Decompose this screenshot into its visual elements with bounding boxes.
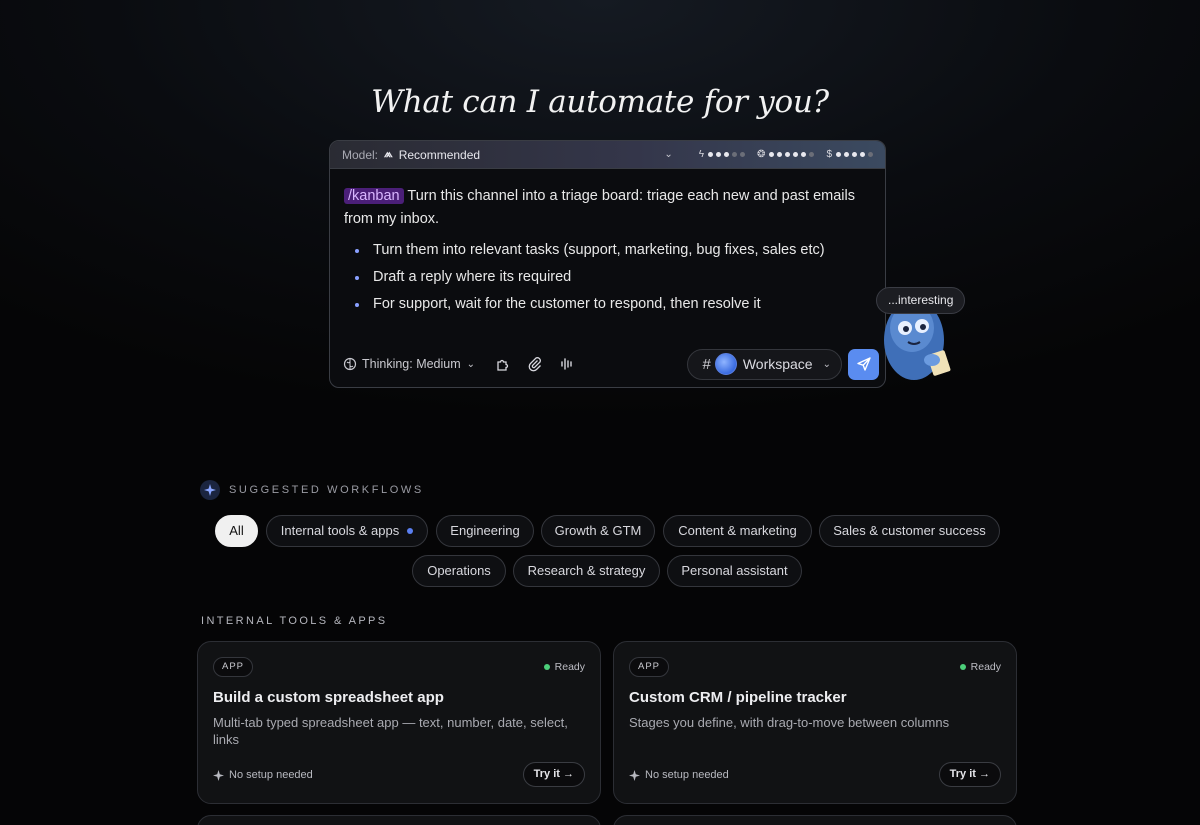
filter-chip-internal-tools[interactable]: Internal tools & apps xyxy=(266,515,428,547)
section-label: INTERNAL TOOLS & APPS xyxy=(201,615,388,627)
thinking-label: Thinking: Medium xyxy=(362,357,461,371)
lightning-icon: ϟ xyxy=(698,149,705,160)
setup-note: No setup needed xyxy=(629,769,729,781)
dollar-icon: $ xyxy=(826,149,832,160)
sparkle-icon xyxy=(629,769,640,781)
filter-chip-research-strategy[interactable]: Research & strategy xyxy=(513,555,660,587)
status-label: Ready xyxy=(970,661,1001,673)
status-label: Ready xyxy=(554,661,585,673)
workspace-selector[interactable]: # Workspace ⌄ xyxy=(687,348,842,380)
status-badge: Ready xyxy=(959,661,1001,673)
type-badge: APP xyxy=(213,657,254,677)
chevron-down-icon: ⌄ xyxy=(822,358,831,370)
prompt-bullets: Turn them into relevant tasks (support, … xyxy=(344,239,871,316)
paperclip-icon[interactable] xyxy=(527,356,543,372)
chip-label: Sales & customer success xyxy=(833,523,986,538)
status-badge: Ready xyxy=(543,661,585,673)
brain-icon: ❂ xyxy=(757,149,766,160)
workflow-card[interactable] xyxy=(197,815,601,825)
prompt-bullet: Turn them into relevant tasks (support, … xyxy=(354,239,871,262)
card-title: Build a custom spreadsheet app xyxy=(213,689,444,706)
model-name[interactable]: Recommended xyxy=(399,148,480,162)
prompt-input[interactable]: /kanban Turn this channel into a triage … xyxy=(330,169,885,316)
workflow-card[interactable] xyxy=(613,815,1017,825)
suggested-workflows-title: SUGGESTED WORKFLOWS xyxy=(229,484,424,496)
card-title: Custom CRM / pipeline tracker xyxy=(629,689,847,706)
filter-chip-content-marketing[interactable]: Content & marketing xyxy=(663,515,812,547)
cost-meter: $ xyxy=(826,149,873,160)
chip-label: Research & strategy xyxy=(527,563,646,578)
workflow-card[interactable]: APP Ready Custom CRM / pipeline tracker … xyxy=(613,641,1017,804)
type-badge: APP xyxy=(629,657,670,677)
brain-icon xyxy=(343,357,357,371)
new-indicator-dot xyxy=(407,528,414,534)
suggested-workflows-header: SUGGESTED WORKFLOWS xyxy=(200,480,424,500)
composer-toolbar: Thinking: Medium ⌄ # Workspace ⌄ xyxy=(330,341,885,387)
prompt-composer[interactable]: Model: ⩕ Recommended ⌄ ϟ ❂ $ /kanban Tur… xyxy=(329,140,886,388)
model-label: Model: xyxy=(342,147,379,162)
chip-label: All xyxy=(229,523,244,538)
filter-chip-operations[interactable]: Operations xyxy=(412,555,506,587)
chip-label: Engineering xyxy=(450,523,520,538)
setup-label: No setup needed xyxy=(645,769,729,781)
filter-chip-engineering[interactable]: Engineering xyxy=(436,515,534,547)
filter-chip-sales-success[interactable]: Sales & customer success xyxy=(819,515,1000,547)
workspace-avatar xyxy=(714,353,737,375)
prompt-text: Turn this channel into a triage board: t… xyxy=(344,188,855,227)
model-logo-icon: ⩕ xyxy=(384,148,393,160)
prompt-bullet: Draft a reply where its required xyxy=(354,266,871,289)
prompt-paragraph: /kanban Turn this channel into a triage … xyxy=(344,185,871,231)
try-it-button[interactable]: Try it → xyxy=(938,762,1001,787)
page-title: What can I automate for you? xyxy=(371,84,829,120)
card-description: Multi-tab typed spreadsheet app — text, … xyxy=(213,715,568,747)
filter-chip-growth-gtm[interactable]: Growth & GTM xyxy=(541,515,655,547)
thinking-selector[interactable]: Thinking: Medium ⌄ xyxy=(343,357,475,371)
chip-label: Personal assistant xyxy=(681,563,788,578)
command-tag: /kanban xyxy=(344,188,404,204)
filter-chip-all[interactable]: All xyxy=(215,515,258,547)
chevron-down-icon[interactable]: ⌄ xyxy=(664,149,672,160)
hash-icon: # xyxy=(702,355,711,373)
sparkle-icon xyxy=(200,480,220,500)
mascot-speech-bubble: ...interesting xyxy=(876,287,966,314)
status-dot xyxy=(959,664,966,670)
speed-meter: ϟ xyxy=(698,149,746,160)
chip-label: Content & marketing xyxy=(678,523,797,538)
model-selector-bar[interactable]: Model: ⩕ Recommended ⌄ ϟ ❂ $ xyxy=(330,141,885,169)
try-it-button[interactable]: Try it → xyxy=(522,762,585,787)
puzzle-icon[interactable] xyxy=(495,356,511,372)
status-dot xyxy=(543,664,550,670)
workflow-card[interactable]: APP Ready Build a custom spreadsheet app… xyxy=(197,641,601,804)
intelligence-meter: ❂ xyxy=(757,149,815,160)
setup-label: No setup needed xyxy=(229,769,313,781)
chevron-down-icon: ⌄ xyxy=(466,358,476,370)
filter-chip-personal-assistant[interactable]: Personal assistant xyxy=(667,555,802,587)
card-description: Stages you define, with drag-to-move bet… xyxy=(629,715,950,730)
setup-note: No setup needed xyxy=(213,769,313,781)
send-icon xyxy=(856,357,871,371)
sparkle-icon xyxy=(213,769,224,781)
workspace-label: Workspace xyxy=(742,356,813,372)
chip-label: Operations xyxy=(427,563,491,578)
chip-label: Internal tools & apps xyxy=(280,523,400,538)
prompt-bullet: For support, wait for the customer to re… xyxy=(354,293,871,316)
voice-waveform-icon[interactable] xyxy=(559,356,575,372)
chip-label: Growth & GTM xyxy=(554,523,642,538)
